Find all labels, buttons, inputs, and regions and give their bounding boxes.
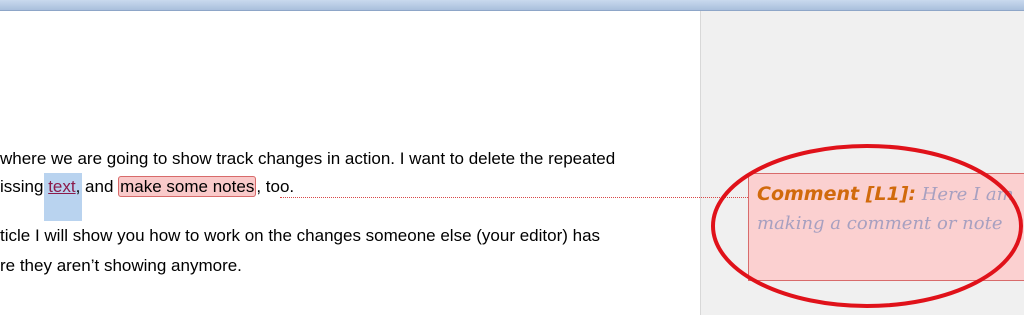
line-2-mid: , and <box>75 177 119 196</box>
document-line-2[interactable]: issing text, and make some notes, too. <box>0 176 295 197</box>
comment-author-label: Comment [L1]: <box>757 183 916 205</box>
window-title-bar <box>0 0 1024 11</box>
line-2-prefix: issing <box>0 177 49 196</box>
comment-content[interactable]: Comment [L1]: Here I am making a comment… <box>757 180 1024 238</box>
document-line-3[interactable]: ticle I will show you how to work on the… <box>0 226 600 246</box>
document-line-1[interactable]: where we are going to show track changes… <box>0 149 615 169</box>
comment-balloon[interactable]: Comment [L1]: Here I am making a comment… <box>748 173 1024 281</box>
comment-anchor-range[interactable]: make some notes <box>118 176 257 197</box>
tracked-insertion[interactable]: text <box>48 177 75 196</box>
comment-leader-line <box>280 197 748 199</box>
line-2-suffix: , too. <box>256 177 295 196</box>
document-line-4[interactable]: re they aren’t showing anymore. <box>0 256 242 276</box>
